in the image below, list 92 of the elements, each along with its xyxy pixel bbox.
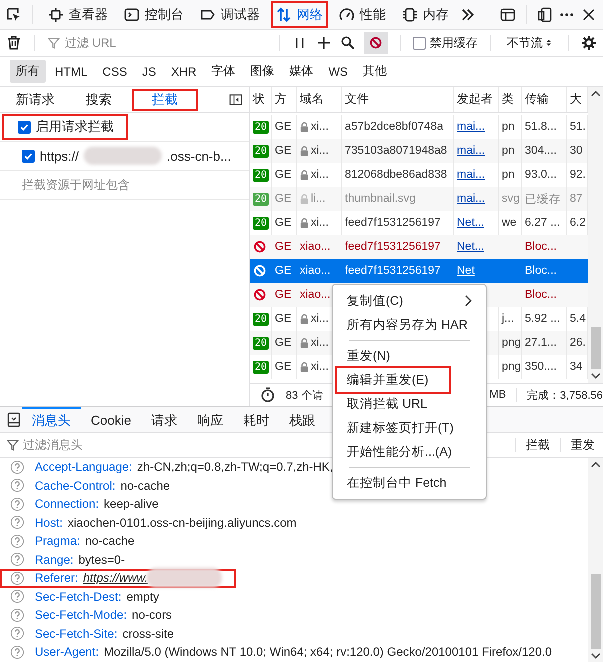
header-value: Mozilla/5.0 (Windows NT 10.0; Win64; x64; rv:120.0) Gecko/20100101 Firefox/120.0 [104,645,552,660]
table-cell: 27.1... [525,337,557,349]
table-cell: xi... [311,361,329,373]
table-cell: li... [311,193,326,205]
header-value: zh-CN,zh;q=0.8,zh-TW;q=0.7,zh-HK, [137,460,334,474]
table-cell: png [502,337,521,349]
header-name: Accept-Language: [35,460,132,474]
table-cell: 51.8... [525,121,557,133]
header-value: no-cache [85,534,135,548]
table-cell: 5.92 ... [525,313,560,325]
header-name: Referer: [35,571,78,586]
header-value: xiaochen-0101.oss-cn-beijing.aliyuncs.com [68,516,297,530]
status-badge: 20 [253,216,270,230]
header-name: Cache-Control: [35,478,116,493]
table-cell: GE [275,337,292,349]
finish-time: 完成：3,758.56 [527,388,603,402]
table-cell: Bloc... [525,241,557,253]
table-cell: xiao... [300,241,331,253]
header-name: Pragma: [35,534,80,548]
table-cell: 92. [570,169,586,181]
header-value: no-cache [120,478,170,493]
table-cell: 6.27 ... [525,217,560,229]
table-cell: GE [275,169,292,181]
table-cell: xi... [311,121,329,133]
table-cell: GE [275,121,292,133]
table-cell: 87 [570,193,583,205]
table-cell: GE [275,361,292,373]
url-text: .oss-cn-b... [167,148,232,164]
table-cell: 350.... [525,361,557,373]
checkbox-label: 禁用缓存 [430,34,478,52]
header-value: empty [126,590,160,604]
header-name: User-Agent: [35,645,100,660]
table-cell: 34 [570,361,583,373]
header-value: cross-site [122,626,174,641]
table-cell: 5.4 [570,313,586,325]
table-cell: feed7f1531256197 [345,241,441,253]
table-cell: Bloc... [525,289,557,301]
table-cell: j... [502,313,514,325]
table-cell: 30 [570,145,583,157]
table-cell: svg [502,193,520,205]
status-badge: 20 [253,192,270,206]
header-value: keep-alive [104,497,159,512]
table-cell: 304.... [525,145,557,157]
table-cell: feed7f1531256197 [345,265,441,277]
url-text: https:// [40,148,80,164]
header-value: bytes=0- [78,552,126,567]
table-cell: xi... [311,145,329,157]
table-cell: thumbnail.svg [345,193,416,205]
request-count: 83 个请 [286,388,324,402]
table-cell: 735103a8071948a8 [345,145,448,157]
table-cell: xiao... [300,265,331,277]
table-cell: GE [275,217,292,229]
table-cell: png [502,361,521,373]
status-badge: 20 [253,360,270,374]
header-name: Sec-Fetch-Dest: [35,590,122,604]
table-cell: xi... [311,169,329,181]
status-badge: 20 [253,336,270,350]
table-cell: 93.0... [525,169,557,181]
table-cell: GE [275,145,292,157]
transferred-size: MB [490,389,506,401]
header-name: Connection: [35,497,100,512]
checkbox-label: 启用请求拦截 [36,118,114,136]
header-name: Range: [35,552,74,567]
table-cell: GE [275,289,292,301]
table-cell: we [502,217,517,229]
table-cell: 51. [570,121,586,133]
table-cell: a57b2dce8bf0748a [345,121,444,133]
status-badge: 20 [253,312,270,326]
table-cell-text: 已缓存 [525,192,561,206]
table-cell: pn [502,169,515,181]
header-name: Sec-Fetch-Site: [35,626,118,641]
table-cell: 812068dbe86ad838 [345,169,448,181]
table-cell: xi... [311,313,329,325]
table-cell: Bloc... [525,265,557,277]
table-cell: GE [275,265,292,277]
table-cell: xi... [311,337,329,349]
status-badge: 20 [253,168,270,182]
table-cell: GE [275,193,292,205]
table-cell: pn [502,145,515,157]
table-cell: xi... [311,217,329,229]
table-cell: GE [275,313,292,325]
header-value: no-cors [132,608,172,622]
table-cell: GE [275,241,292,253]
header-name: Sec-Fetch-Mode: [35,608,128,622]
table-cell: pn [502,121,515,133]
table-cell: 6.2 [570,217,586,229]
status-badge: 20 [253,144,270,158]
table-cell: feed7f1531256197 [345,217,441,229]
status-badge: 20 [253,120,270,134]
table-cell: xiao... [300,289,331,301]
header-name: Host: [35,516,64,530]
table-cell: 26. [570,337,586,349]
